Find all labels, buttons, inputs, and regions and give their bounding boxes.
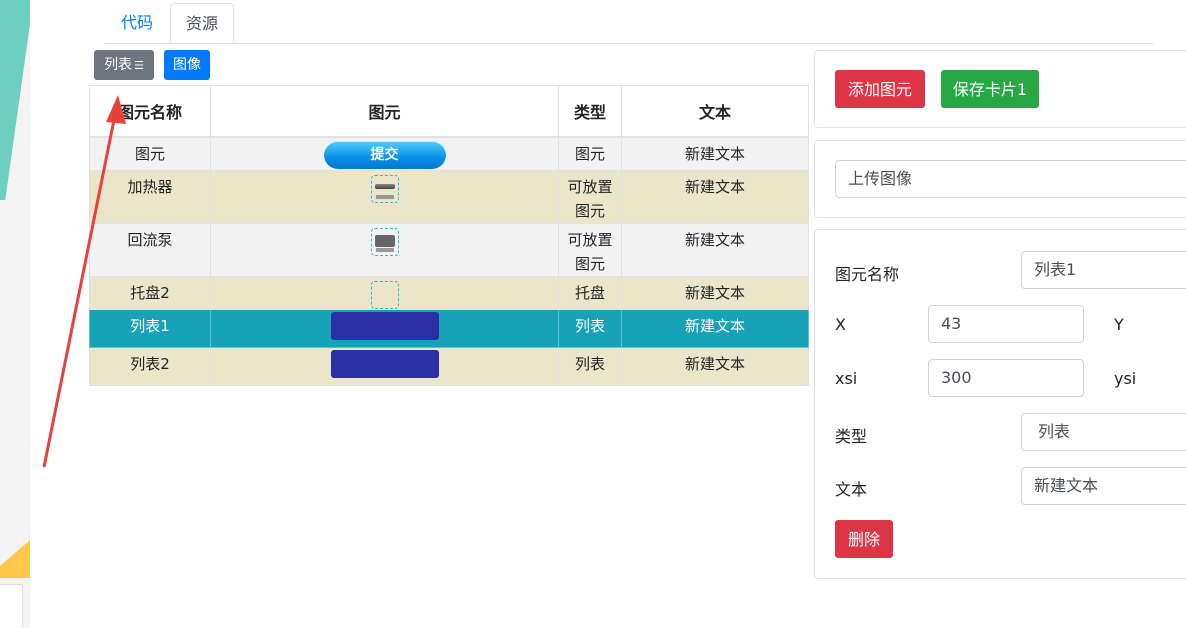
tab-bar: 代码 资源 [104,3,1154,44]
name-field[interactable]: 列表1 [1021,251,1186,289]
cell-text: 新建文本 [621,136,809,171]
decorative-shape [0,540,30,578]
thumbnail-label [375,247,394,252]
tab-code[interactable]: 代码 [104,3,170,43]
menu-icon: ☰ [134,59,144,72]
tray-thumbnail [370,280,399,309]
cell-text: 新建文本 [621,346,809,386]
cell-type: 可放置图元 [558,222,622,277]
heater-thumbnail [370,174,399,203]
table-row[interactable]: 列表2 列表 新建文本 [89,346,809,386]
cell-element [210,308,559,348]
xsi-field[interactable]: 300 [928,359,1084,397]
resource-table: 图元名称 图元 类型 文本 图元 提交 图元 新建文本 加热器 可放置图元 新建… [89,85,809,386]
properties-panel: 图元名称 列表1 X 43 Y xsi 300 ysi 类型 列表 文本 新建文… [814,229,1186,579]
cell-name: 加热器 [89,169,211,224]
cell-element [210,169,559,224]
x-field[interactable]: 43 [928,305,1084,343]
cell-text: 新建文本 [621,222,809,277]
decorative-shape [0,0,30,200]
upload-image-field[interactable]: 上传图像 [835,160,1186,198]
cell-element [210,346,559,386]
list-thumbnail [330,311,439,340]
cell-name: 列表2 [89,346,211,386]
delete-button[interactable]: 删除 [835,520,893,558]
image-button[interactable]: 图像 [164,50,210,80]
cell-name: 图元 [89,136,211,171]
decorative-box [0,584,23,628]
list-thumbnail [330,349,439,378]
header-name: 图元名称 [89,85,211,138]
cell-type: 列表 [558,346,622,386]
x-label: X [835,315,846,334]
cell-type: 可放置图元 [558,169,622,224]
cell-name: 列表1 [89,308,211,348]
list-button-label: 列表 [104,57,133,73]
xsi-label: xsi [835,369,858,388]
table-row[interactable]: 加热器 可放置图元 新建文本 [89,169,809,224]
cell-name: 回流泵 [89,222,211,277]
y-label: Y [1114,315,1124,334]
cell-text: 新建文本 [621,275,809,310]
pump-icon [374,234,395,247]
text-label: 文本 [835,480,868,499]
cell-element [210,222,559,277]
actions-panel: 添加图元 保存卡片1 [814,50,1186,128]
cell-element [210,275,559,310]
table-row[interactable]: 回流泵 可放置图元 新建文本 [89,222,809,277]
type-label: 类型 [835,427,868,446]
type-select[interactable]: 列表 [1021,413,1186,451]
tab-resources[interactable]: 资源 [170,3,234,43]
header-element: 图元 [210,85,559,138]
list-button[interactable]: 列表 ☰ [94,50,154,80]
cell-name: 托盘2 [89,275,211,310]
table-row[interactable]: 图元 提交 图元 新建文本 [89,136,809,171]
save-card-button[interactable]: 保存卡片1 [941,70,1039,108]
name-label: 图元名称 [835,265,900,284]
text-field[interactable]: 新建文本 [1021,467,1186,505]
table-row[interactable]: 托盘2 托盘 新建文本 [89,275,809,310]
cell-element: 提交 [210,136,559,171]
ysi-label: ysi [1114,369,1137,388]
heater-icon [374,183,395,189]
cell-type: 列表 [558,308,622,348]
add-element-button[interactable]: 添加图元 [835,70,925,108]
header-text: 文本 [621,85,809,138]
cell-type: 托盘 [558,275,622,310]
table-row-selected[interactable]: 列表1 列表 新建文本 [89,308,809,348]
thumbnail-label [375,194,394,199]
cell-text: 新建文本 [621,308,809,348]
submit-button-image: 提交 [323,141,446,169]
header-type: 类型 [558,85,622,138]
cell-text: 新建文本 [621,169,809,224]
upload-panel: 上传图像 [814,140,1186,218]
left-strip [0,0,30,628]
pump-thumbnail [370,227,399,256]
cell-type: 图元 [558,136,622,171]
